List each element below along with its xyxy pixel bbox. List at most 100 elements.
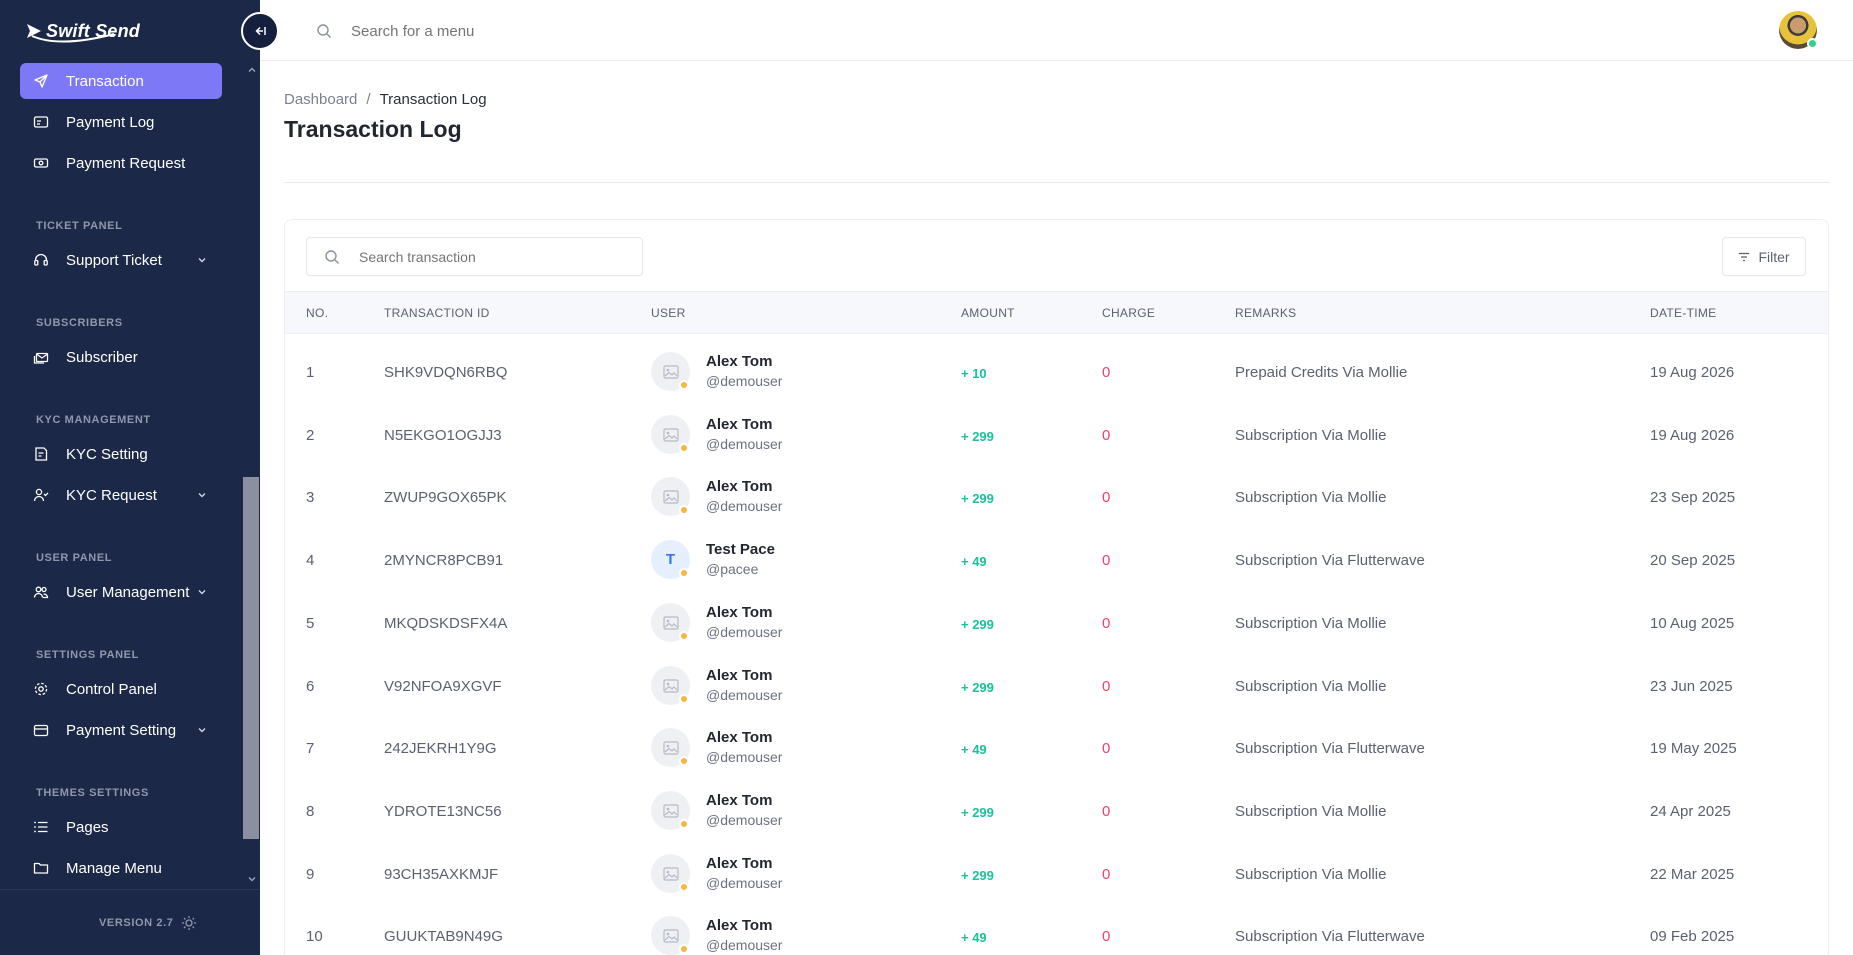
remarks: Subscription Via Flutterwave: [1235, 552, 1425, 569]
table-row[interactable]: 1 SHK9VDQN6RBQ Alex Tom @demouser + 10 0 Prepa…: [285, 341, 1828, 404]
remarks: Subscription Via Flutterwave: [1235, 928, 1425, 945]
amount-value: + 49: [961, 742, 987, 757]
chevron-down-icon: [198, 493, 206, 498]
table-row[interactable]: 2 N5EKGO1OGJJ3 Alex Tom @demouser + 299 0 Subs…: [285, 404, 1828, 467]
sidebar-item-kyc-setting[interactable]: KYC Setting: [20, 436, 222, 472]
charge-value: 0: [1102, 678, 1111, 695]
user-name[interactable]: Alex Tom: [706, 792, 772, 809]
date-time: 19 Aug 2026: [1650, 427, 1735, 444]
amount-value: + 299: [961, 491, 994, 506]
amount-value: + 49: [961, 554, 987, 569]
transaction-search-input[interactable]: [359, 246, 629, 268]
image-placeholder-icon: [662, 364, 679, 379]
menu-search-input[interactable]: [351, 18, 711, 44]
user-handle: @demouser: [706, 875, 783, 891]
sidebar-item-pages[interactable]: Pages: [20, 809, 222, 845]
user-handle: @demouser: [706, 937, 783, 953]
row-number: 10: [306, 928, 323, 945]
table-row[interactable]: 10 GUUKTAB9N49G Alex Tom @demouser + 49 0 Subs…: [285, 905, 1828, 955]
sidebar-item-support-ticket[interactable]: Support Ticket: [20, 242, 222, 278]
section-title-kyc-management: KYC MANAGEMENT: [36, 414, 151, 426]
logo-swoosh: [31, 33, 115, 43]
image-placeholder-icon: [662, 866, 679, 881]
scroll-up-arrow-icon[interactable]: [244, 62, 260, 78]
column-header-transaction-id[interactable]: TRANSACTION ID: [384, 306, 490, 320]
scroll-down-arrow-icon[interactable]: [244, 871, 260, 887]
sidebar-collapse-button[interactable]: [241, 12, 279, 50]
table-row[interactable]: 9 93CH35AXKMJF Alex Tom @demouser + 299 0 Subs…: [285, 843, 1828, 906]
sidebar-item-control-panel[interactable]: Control Panel: [20, 671, 222, 707]
row-number: 2: [306, 427, 315, 444]
charge-value: 0: [1102, 615, 1111, 632]
user-name[interactable]: Alex Tom: [706, 353, 772, 370]
user-name[interactable]: Alex Tom: [706, 416, 772, 433]
table-row[interactable]: 8 YDROTE13NC56 Alex Tom @demouser + 299 0 Subs…: [285, 780, 1828, 843]
sidebar-item-transaction[interactable]: Transaction: [20, 63, 222, 99]
table-row[interactable]: 4 2MYNCR8PCB91 T Test Pace @pacee + 49 0 Subscr…: [285, 529, 1828, 592]
sidebar-item-label: User Management: [66, 583, 190, 601]
table-row[interactable]: 5 MKQDSKDSFX4A Alex Tom @demouser + 299 0 Subs…: [285, 592, 1828, 655]
date-time: 24 Apr 2025: [1650, 803, 1731, 820]
sidebar: Swift Send Transaction Payment Log Payme…: [0, 0, 260, 955]
user-name[interactable]: Alex Tom: [706, 729, 772, 746]
user-name[interactable]: Alex Tom: [706, 604, 772, 621]
column-header-amount[interactable]: AMOUNT: [961, 306, 1015, 320]
remarks: Subscription Via Mollie: [1235, 803, 1387, 820]
sidebar-item-kyc-request[interactable]: KYC Request: [20, 477, 222, 513]
row-number: 8: [306, 803, 315, 820]
user-handle: @demouser: [706, 687, 783, 703]
user-handle: @demouser: [706, 812, 783, 828]
column-header-date-time[interactable]: DATE-TIME: [1650, 306, 1716, 320]
sidebar-item-label: KYC Request: [66, 486, 157, 504]
divider: [284, 182, 1829, 183]
mail-stack-icon: [33, 349, 49, 365]
transaction-search[interactable]: [306, 237, 643, 276]
send-icon: [33, 73, 49, 89]
filter-button[interactable]: Filter: [1722, 237, 1806, 276]
sidebar-item-payment-request[interactable]: Payment Request: [20, 145, 222, 181]
column-header-charge[interactable]: CHARGE: [1102, 306, 1155, 320]
user-name[interactable]: Alex Tom: [706, 478, 772, 495]
breadcrumb: Dashboard / Transaction Log: [284, 91, 487, 108]
column-header-no[interactable]: NO.: [306, 306, 328, 320]
sidebar-item-label: Support Ticket: [66, 251, 162, 269]
search-icon: [317, 24, 331, 38]
column-header-remarks[interactable]: REMARKS: [1235, 306, 1296, 320]
breadcrumb-dashboard-link[interactable]: Dashboard: [284, 91, 357, 108]
table-row[interactable]: 3 ZWUP9GOX65PK Alex Tom @demouser + 299 0 Subs…: [285, 466, 1828, 529]
sidebar-scroll-thumb[interactable]: [243, 477, 259, 839]
sidebar-item-payment-log[interactable]: Payment Log: [20, 104, 222, 140]
user-name[interactable]: Alex Tom: [706, 917, 772, 934]
amount-value: + 299: [961, 680, 994, 695]
user-name[interactable]: Alex Tom: [706, 855, 772, 872]
user-status-dot: [679, 631, 689, 641]
amount-value: + 299: [961, 868, 994, 883]
section-title-themes-settings: THEMES SETTINGS: [36, 787, 149, 799]
section-title-user-panel: USER PANEL: [36, 552, 113, 564]
image-placeholder-icon: [662, 740, 679, 755]
remarks: Subscription Via Mollie: [1235, 427, 1387, 444]
page-title: Transaction Log: [284, 116, 462, 142]
sidebar-item-user-management[interactable]: User Management: [20, 574, 222, 610]
table-row[interactable]: 6 V92NFOA9XGVF Alex Tom @demouser + 299 0 Subs…: [285, 655, 1828, 718]
date-time: 20 Sep 2025: [1650, 552, 1736, 569]
chevron-down-icon: [198, 590, 206, 595]
row-number: 3: [306, 489, 315, 506]
user-name[interactable]: Alex Tom: [706, 667, 772, 684]
cash-icon: [33, 155, 49, 171]
sun-icon[interactable]: [181, 915, 197, 931]
collapse-arrow-icon: [255, 26, 266, 36]
section-title-ticket-panel: TICKET PANEL: [36, 220, 123, 232]
sidebar-item-manage-menu[interactable]: Manage Menu: [20, 850, 222, 886]
transaction-id: YDROTE13NC56: [384, 803, 502, 820]
column-header-user[interactable]: USER: [651, 306, 686, 320]
table-row[interactable]: 7 242JEKRH1Y9G Alex Tom @demouser + 49 0 Subsc…: [285, 717, 1828, 780]
sidebar-item-label: Subscriber: [66, 348, 138, 366]
sidebar-item-subscriber[interactable]: Subscriber: [20, 339, 222, 375]
transaction-id: N5EKGO1OGJJ3: [384, 427, 502, 444]
user-name[interactable]: Test Pace: [706, 541, 775, 558]
sidebar-item-payment-setting[interactable]: Payment Setting: [20, 712, 222, 748]
sidebar-footer: VERSION 2.7: [0, 889, 260, 955]
user-check-icon: [33, 487, 49, 503]
transaction-id: MKQDSKDSFX4A: [384, 615, 508, 632]
